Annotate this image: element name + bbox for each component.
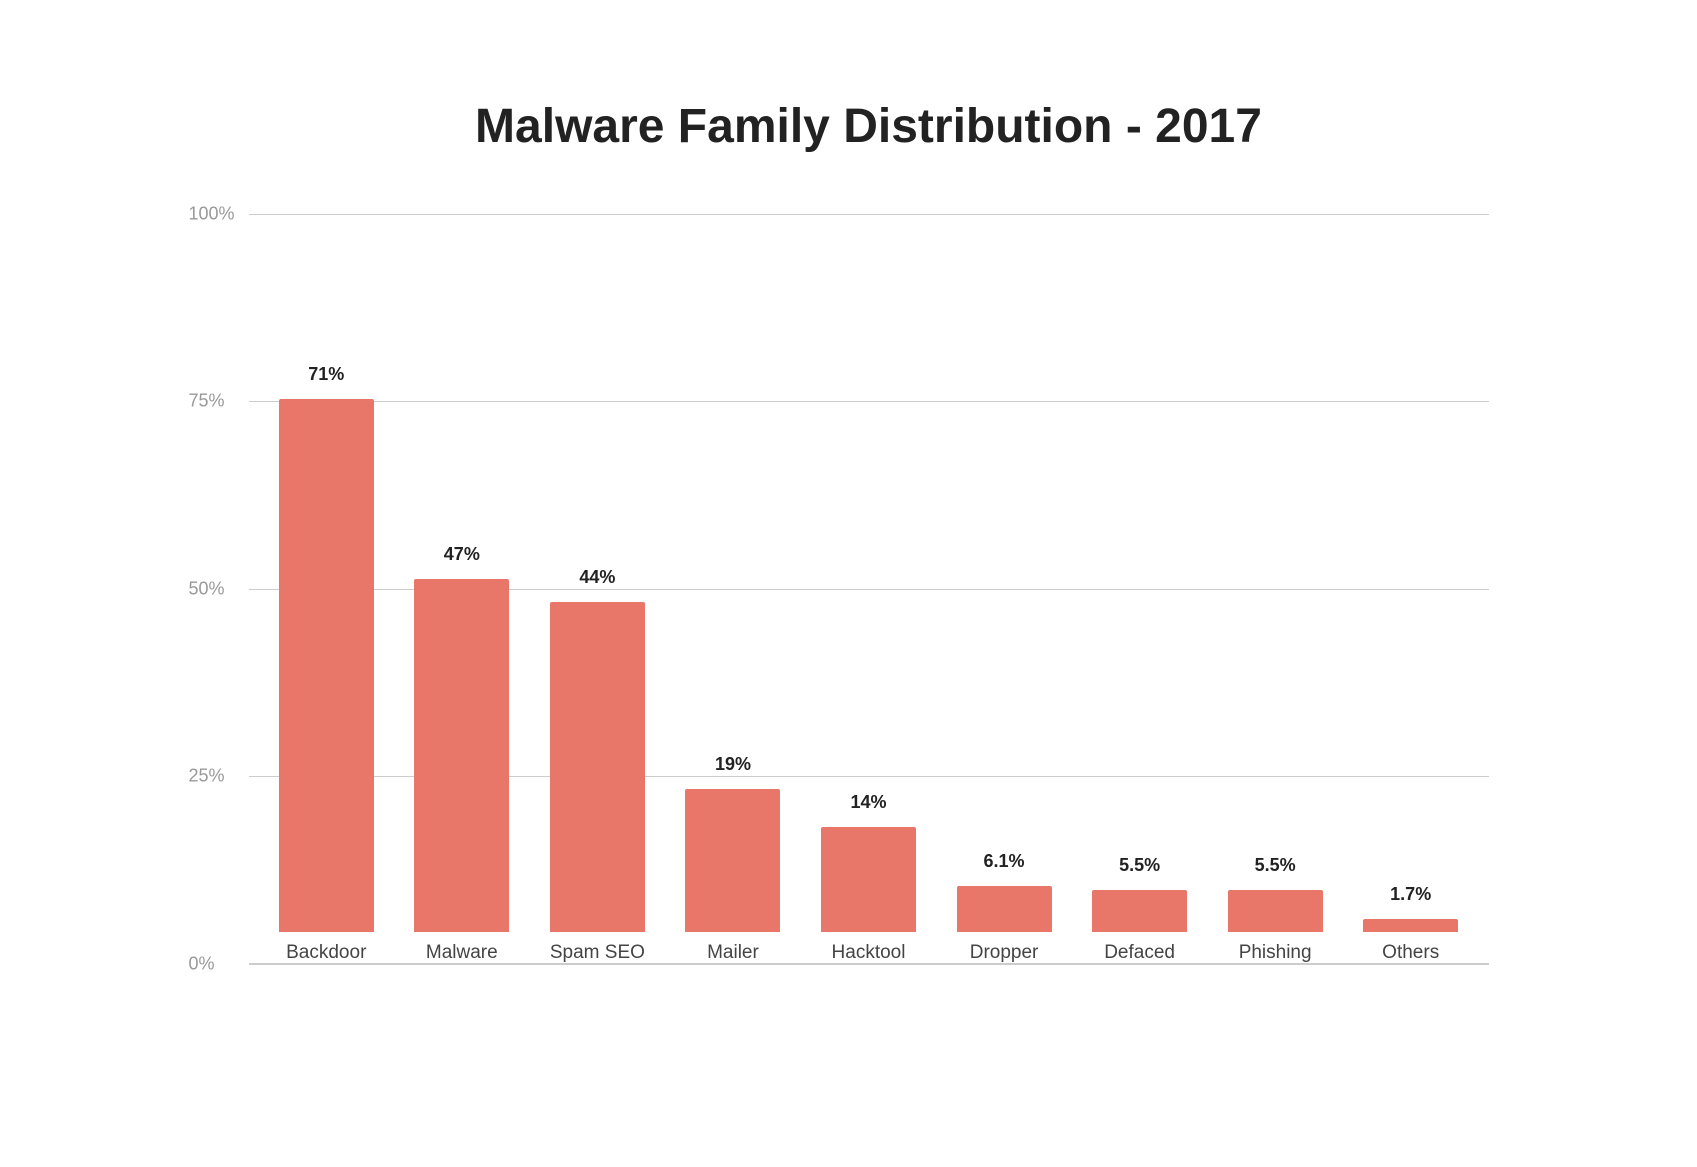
bar-group-phishing: 5.5% Phishing: [1228, 890, 1323, 963]
grid-line-0: [249, 964, 1489, 965]
bar-value-label-3: 19%: [715, 754, 751, 775]
bar-group-backdoor: 71% Backdoor: [279, 399, 374, 964]
bar-hacktool: 14%: [821, 827, 916, 932]
x-label-others: Others: [1382, 942, 1439, 964]
x-label-spam-seo: Spam SEO: [550, 942, 645, 964]
bar-group-malware: 47% Malware: [414, 579, 509, 964]
bar-malware: 47%: [414, 579, 509, 932]
bar-group-mailer: 19% Mailer: [685, 789, 780, 964]
bar-backdoor: 71%: [279, 399, 374, 932]
x-label-backdoor: Backdoor: [286, 942, 366, 964]
y-label-50: 50%: [189, 578, 225, 599]
bar-value-label-7: 5.5%: [1255, 855, 1296, 876]
bar-value-label-1: 47%: [444, 544, 480, 565]
bar-group-spam-seo: 44% Spam SEO: [550, 602, 645, 964]
bar-value-label-5: 6.1%: [984, 851, 1025, 872]
x-label-defaced: Defaced: [1104, 942, 1175, 964]
bar-phishing: 5.5%: [1228, 890, 1323, 931]
y-label-75: 75%: [189, 391, 225, 412]
bar-value-label-6: 5.5%: [1119, 855, 1160, 876]
chart-area: 71% Backdoor 47% Malware 44% Spam SEO 19% Maile…: [249, 214, 1489, 964]
bar-group-dropper: 6.1% Dropper: [957, 886, 1052, 964]
bar-others: 1.7%: [1363, 919, 1458, 932]
chart-title: Malware Family Distribution - 2017: [249, 99, 1489, 154]
bar-value-label-8: 1.7%: [1390, 884, 1431, 905]
bar-group-others: 1.7% Others: [1363, 919, 1458, 964]
chart-container: Malware Family Distribution - 2017 71% Ba…: [149, 59, 1549, 1109]
bars-wrapper: 71% Backdoor 47% Malware 44% Spam SEO 19% Maile…: [249, 214, 1489, 964]
y-label-25: 25%: [189, 766, 225, 787]
bar-value-label-2: 44%: [579, 567, 615, 588]
bar-value-label-4: 14%: [850, 792, 886, 813]
bar-group-hacktool: 14% Hacktool: [821, 827, 916, 964]
y-label-0: 0%: [189, 953, 215, 974]
x-label-malware: Malware: [426, 942, 498, 964]
x-label-phishing: Phishing: [1239, 942, 1312, 964]
bar-mailer: 19%: [685, 789, 780, 932]
bar-spam-seo: 44%: [550, 602, 645, 932]
bar-dropper: 6.1%: [957, 886, 1052, 932]
x-label-hacktool: Hacktool: [832, 942, 906, 964]
bar-value-label-0: 71%: [308, 364, 344, 385]
x-axis-line: [249, 963, 1489, 964]
x-label-dropper: Dropper: [970, 942, 1039, 964]
bar-defaced: 5.5%: [1092, 890, 1187, 931]
x-label-mailer: Mailer: [707, 942, 759, 964]
y-label-100: 100%: [189, 203, 235, 224]
bar-group-defaced: 5.5% Defaced: [1092, 890, 1187, 963]
